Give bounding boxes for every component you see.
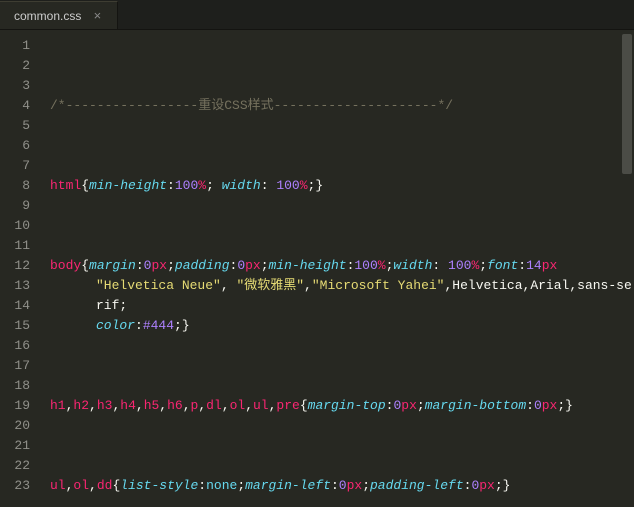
code-line: html{min-height:100%; width: 100%;} <box>50 176 634 196</box>
line-number: 22 <box>8 456 30 476</box>
line-number: 5 <box>8 116 30 136</box>
line-number: 10 <box>8 216 30 236</box>
line-number: 6 <box>8 136 30 156</box>
line-number: 2 <box>8 56 30 76</box>
code-line: /*-----------------重设CSS样式--------------… <box>50 96 634 116</box>
scrollbar-thumb[interactable] <box>622 34 632 174</box>
line-number: 8 <box>8 176 30 196</box>
line-number: 15 <box>8 316 30 336</box>
code-area[interactable]: /*-----------------重设CSS样式--------------… <box>42 30 634 507</box>
line-gutter: 1 2 3 4 5 6 7 8 9 10 11 12 13 14 15 16 1… <box>0 30 42 507</box>
line-number: 17 <box>8 356 30 376</box>
line-number: 21 <box>8 436 30 456</box>
line-number: 4 <box>8 96 30 116</box>
editor: 1 2 3 4 5 6 7 8 9 10 11 12 13 14 15 16 1… <box>0 30 634 507</box>
close-icon[interactable]: × <box>91 10 103 22</box>
line-number: 14 <box>8 296 30 316</box>
line-number: 1 <box>8 36 30 56</box>
tab-bar: common.css × <box>0 0 634 30</box>
line-number: 20 <box>8 416 30 436</box>
code-line: ul,ol,dd{list-style:none;margin-left:0px… <box>50 476 634 496</box>
line-number: 9 <box>8 196 30 216</box>
code-line: body{margin:0px;padding:0px;min-height:1… <box>50 256 634 336</box>
line-number: 12 <box>8 256 30 276</box>
line-number: 19 <box>8 396 30 416</box>
code-line: h1,h2,h3,h4,h5,h6,p,dl,ol,ul,pre{margin-… <box>50 396 634 416</box>
tab-label: common.css <box>14 9 81 23</box>
line-number: 11 <box>8 236 30 256</box>
line-number: 7 <box>8 156 30 176</box>
tab-common-css[interactable]: common.css × <box>0 1 118 29</box>
line-number: 16 <box>8 336 30 356</box>
vertical-scrollbar[interactable] <box>622 34 632 503</box>
line-number: 3 <box>8 76 30 96</box>
line-number: 18 <box>8 376 30 396</box>
line-number: 23 <box>8 476 30 496</box>
line-number: 13 <box>8 276 30 296</box>
